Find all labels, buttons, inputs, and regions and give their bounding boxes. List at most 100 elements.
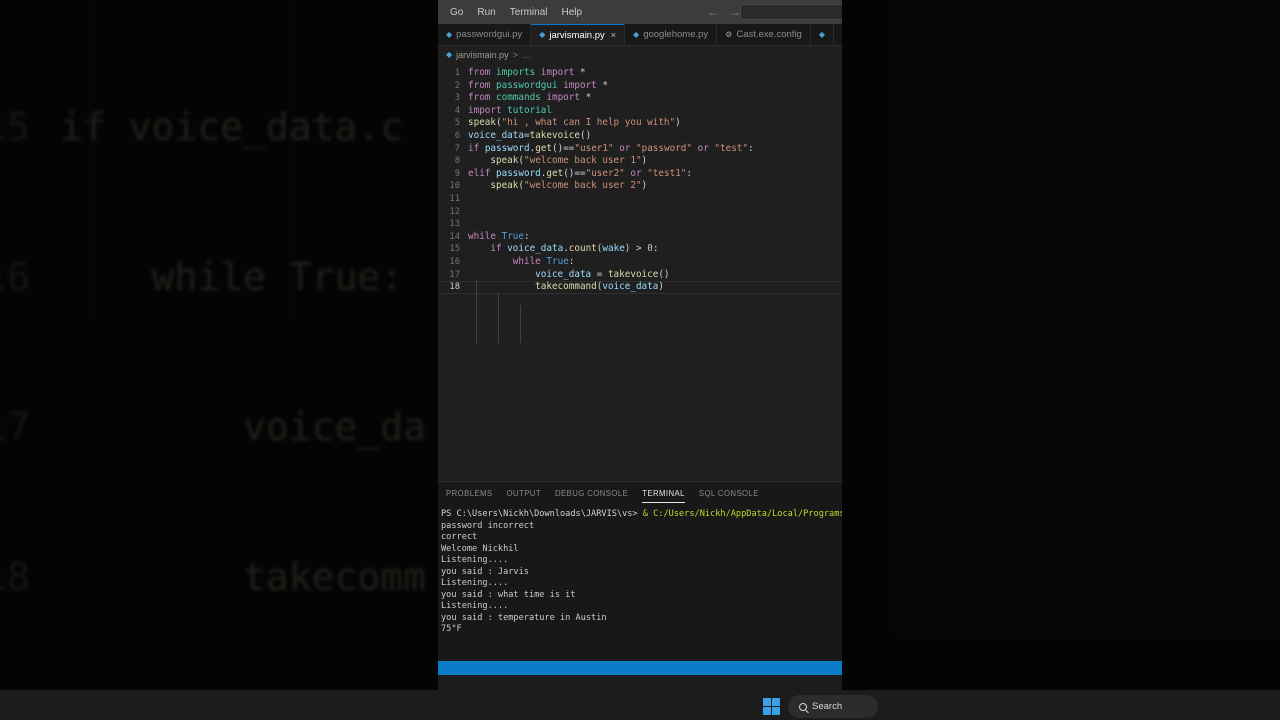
code-token: () bbox=[658, 268, 670, 280]
code-token: voice_data bbox=[602, 281, 659, 293]
command-center-input[interactable] bbox=[740, 4, 842, 20]
code-token: while bbox=[512, 255, 541, 267]
code-line-text: from passwordgui import * bbox=[468, 80, 608, 93]
code-line[interactable]: 6 voice_data=takevoice() bbox=[438, 130, 842, 143]
panel-tab-problems[interactable]: PROBLEMS bbox=[446, 485, 493, 503]
code-token: * bbox=[585, 92, 592, 104]
indent-guide bbox=[476, 280, 477, 343]
panel-tab-debug-console[interactable]: DEBUG CONSOLE bbox=[555, 485, 628, 503]
code-line-text: from imports import * bbox=[468, 67, 586, 80]
code-line[interactable]: 5 speak("hi , what can I help you with") bbox=[438, 117, 842, 130]
terminal-prompt: PS C:\Users\Nickh\Downloads\JARVIS\vs> bbox=[441, 509, 643, 519]
code-token: password bbox=[496, 167, 541, 179]
terminal-command: & C:/Users/Nickh/AppData/Local/Programs/… bbox=[642, 509, 842, 519]
terminal-line: 75°F bbox=[441, 624, 462, 634]
menu-item-go[interactable]: Go bbox=[443, 5, 470, 20]
python-file-icon: ◆ bbox=[446, 29, 453, 39]
code-line[interactable]: 18 takecommand(voice_data) bbox=[438, 281, 842, 294]
code-line[interactable]: 12 bbox=[438, 206, 842, 219]
panel-tab-output[interactable]: OUTPUT bbox=[507, 485, 541, 503]
python-file-icon: ◆ bbox=[633, 29, 640, 39]
search-input[interactable]: Search bbox=[788, 695, 878, 718]
code-token: elif bbox=[468, 167, 491, 179]
code-line[interactable]: 15 if voice_data.count(wake) > 0: bbox=[438, 243, 842, 256]
code-token: takecommand bbox=[535, 281, 597, 293]
screen: 15 if voice_data.c 16 while True: 17 voi… bbox=[0, 0, 1280, 720]
line-number: 4 bbox=[454, 105, 460, 116]
code-line[interactable]: 17 voice_data = takevoice() bbox=[438, 269, 842, 282]
code-token: == bbox=[574, 167, 586, 179]
code-token: tutorial bbox=[507, 104, 552, 116]
code-line[interactable]: 2 from passwordgui import * bbox=[438, 80, 842, 93]
code-token: () bbox=[552, 142, 564, 154]
tab-googlehome-py[interactable]: ◆ googlehome.py bbox=[625, 24, 718, 45]
code-token: speak bbox=[490, 155, 519, 167]
breadcrumb-trailing[interactable]: … bbox=[522, 50, 531, 60]
code-line[interactable]: 4 import tutorial bbox=[438, 105, 842, 118]
code-line-text: elif password.get()=="user2" or "test1": bbox=[468, 168, 692, 181]
code-line[interactable]: 7 if password.get()=="user1" or "password… bbox=[438, 143, 842, 156]
python-file-icon: ◆ bbox=[446, 50, 453, 59]
code-token: import bbox=[546, 92, 580, 104]
tab-passwordgui-py[interactable]: ◆ passwordgui.py bbox=[438, 24, 532, 45]
code-line[interactable]: 3 from commands import * bbox=[438, 92, 842, 105]
code-line-text: voice_data=takevoice() bbox=[468, 130, 591, 143]
code-token: if bbox=[490, 243, 502, 255]
menu-item-help[interactable]: Help bbox=[555, 5, 590, 20]
code-editor[interactable]: 1 from imports import * 2 from passwordgui … bbox=[438, 64, 842, 481]
code-line[interactable]: 9 elif password.get()=="user2" or "test1"… bbox=[438, 168, 842, 181]
code-token: True bbox=[546, 255, 569, 267]
code-line[interactable]: 11 bbox=[438, 193, 842, 206]
line-number: 16 bbox=[449, 256, 460, 267]
code-token: voice_data bbox=[507, 243, 564, 255]
arrow-left-icon[interactable]: ← bbox=[706, 5, 720, 19]
panel-tab-terminal[interactable]: TERMINAL bbox=[642, 485, 685, 503]
status-bar[interactable] bbox=[438, 661, 842, 675]
code-token: "user1" bbox=[574, 142, 614, 154]
terminal-line: correct bbox=[441, 532, 478, 542]
line-number: 11 bbox=[449, 193, 460, 204]
code-token: speak bbox=[490, 180, 519, 192]
tab-label: googlehome.py bbox=[643, 29, 709, 40]
menu-item-terminal[interactable]: Terminal bbox=[503, 5, 555, 20]
code-line[interactable]: 14 while True: bbox=[438, 231, 842, 244]
code-line-text: speak("welcome back user 1") bbox=[468, 155, 647, 168]
code-line-text: while True: bbox=[468, 231, 530, 244]
line-number: 8 bbox=[454, 156, 460, 167]
line-number: 12 bbox=[449, 206, 460, 217]
editor-tab-bar: ◆ passwordgui.py ◆ jarvismain.py × ◆ goo… bbox=[438, 24, 842, 46]
code-token: "password" bbox=[636, 142, 692, 154]
python-file-icon: ◆ bbox=[818, 29, 825, 39]
tab-cast-exe-config[interactable]: ⚙ Cast.exe.config bbox=[717, 24, 811, 45]
tab-overflow[interactable]: ◆ bbox=[810, 24, 834, 45]
breadcrumb[interactable]: ◆ jarvismain.py > … bbox=[438, 46, 842, 64]
breadcrumb-separator: > bbox=[512, 50, 518, 60]
terminal-line: Listening.... bbox=[441, 601, 509, 611]
code-line[interactable]: 10 speak("welcome back user 2") bbox=[438, 180, 842, 193]
line-number: 3 bbox=[454, 93, 460, 104]
code-line[interactable]: 8 speak("welcome back user 1") bbox=[438, 155, 842, 168]
menu-item-run[interactable]: Run bbox=[470, 5, 502, 20]
menu-bar: Go Run Terminal Help bbox=[438, 5, 589, 20]
code-token: > bbox=[630, 243, 648, 255]
close-icon[interactable]: × bbox=[611, 30, 616, 40]
code-token: = bbox=[591, 268, 608, 280]
line-number: 13 bbox=[449, 219, 460, 230]
code-line[interactable]: 13 bbox=[438, 218, 842, 231]
code-token: or bbox=[630, 167, 642, 179]
code-line[interactable]: 1 from imports import * bbox=[438, 67, 842, 80]
terminal-line: PS C:\Users\Nickh\Downloads\JARVIS\vs> &… bbox=[441, 509, 842, 521]
code-token: from bbox=[468, 79, 491, 91]
code-token: ) bbox=[675, 117, 681, 129]
code-token: "user2" bbox=[585, 167, 625, 179]
windows-logo-icon[interactable] bbox=[763, 698, 780, 715]
tab-jarvismain-py[interactable]: ◆ jarvismain.py × bbox=[531, 24, 626, 45]
breadcrumb-file[interactable]: jarvismain.py bbox=[456, 50, 509, 60]
indent-guide bbox=[520, 305, 521, 343]
code-line[interactable]: 16 while True: bbox=[438, 256, 842, 269]
code-line-text: while True: bbox=[468, 255, 575, 269]
panel-tab-sql-console[interactable]: SQL CONSOLE bbox=[699, 485, 759, 503]
